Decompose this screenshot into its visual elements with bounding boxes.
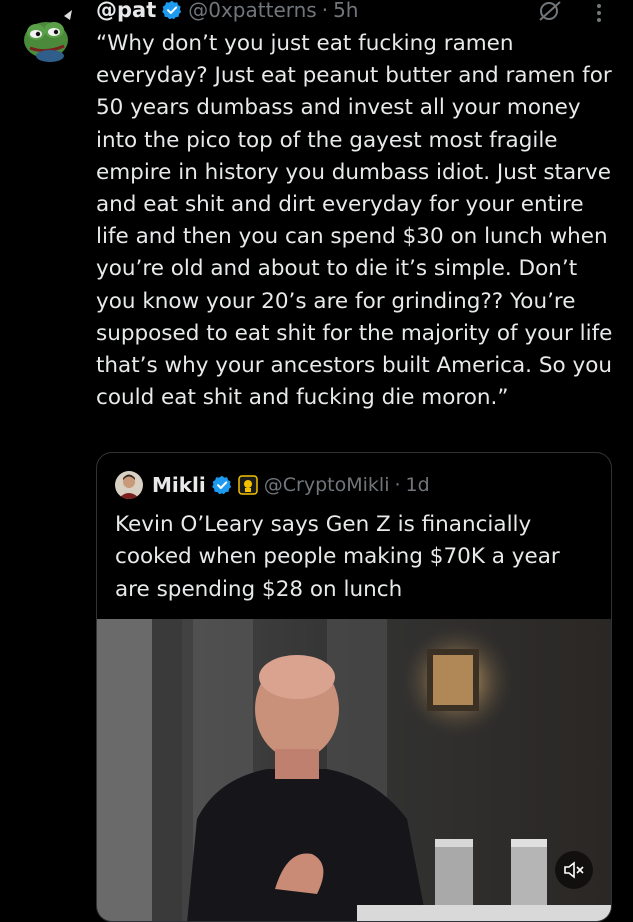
quoted-display-name[interactable]: Mikli xyxy=(152,473,206,497)
mikli-avatar-icon[interactable] xyxy=(115,471,143,499)
quoted-tweet[interactable]: Mikli @CryptoMikli · 1d Kevin O’Leary sa… xyxy=(96,452,612,922)
affiliate-badge-icon[interactable] xyxy=(238,475,258,495)
volume-muted-icon[interactable] xyxy=(555,851,593,889)
timestamp[interactable]: 5h xyxy=(333,0,358,22)
tweet[interactable]: @pat @0xpatterns · 5h “Why don’t you jus… xyxy=(0,0,633,922)
tweet-text: “Why don’t you just eat fucking ramen ev… xyxy=(96,31,613,411)
verified-badge-icon xyxy=(162,0,182,20)
tweet-header: @pat @0xpatterns · 5h xyxy=(96,0,358,26)
verified-badge-icon xyxy=(211,475,232,495)
video-thumbnail[interactable] xyxy=(97,619,611,921)
quoted-timestamp[interactable]: 1d xyxy=(406,474,430,496)
separator: · xyxy=(394,474,401,496)
pepe-frog-avatar-icon[interactable] xyxy=(20,8,76,64)
display-name[interactable]: @pat xyxy=(96,0,156,22)
separator: · xyxy=(321,0,329,22)
handle[interactable]: @0xpatterns xyxy=(188,0,316,22)
more-options-icon[interactable] xyxy=(594,2,604,24)
quoted-tweet-text: Kevin O’Leary says Gen Z is financially … xyxy=(115,512,560,602)
quoted-handle[interactable]: @CryptoMikli xyxy=(264,474,390,496)
quoted-tweet-header: Mikli @CryptoMikli · 1d xyxy=(115,470,430,500)
grok-icon[interactable] xyxy=(536,0,564,22)
